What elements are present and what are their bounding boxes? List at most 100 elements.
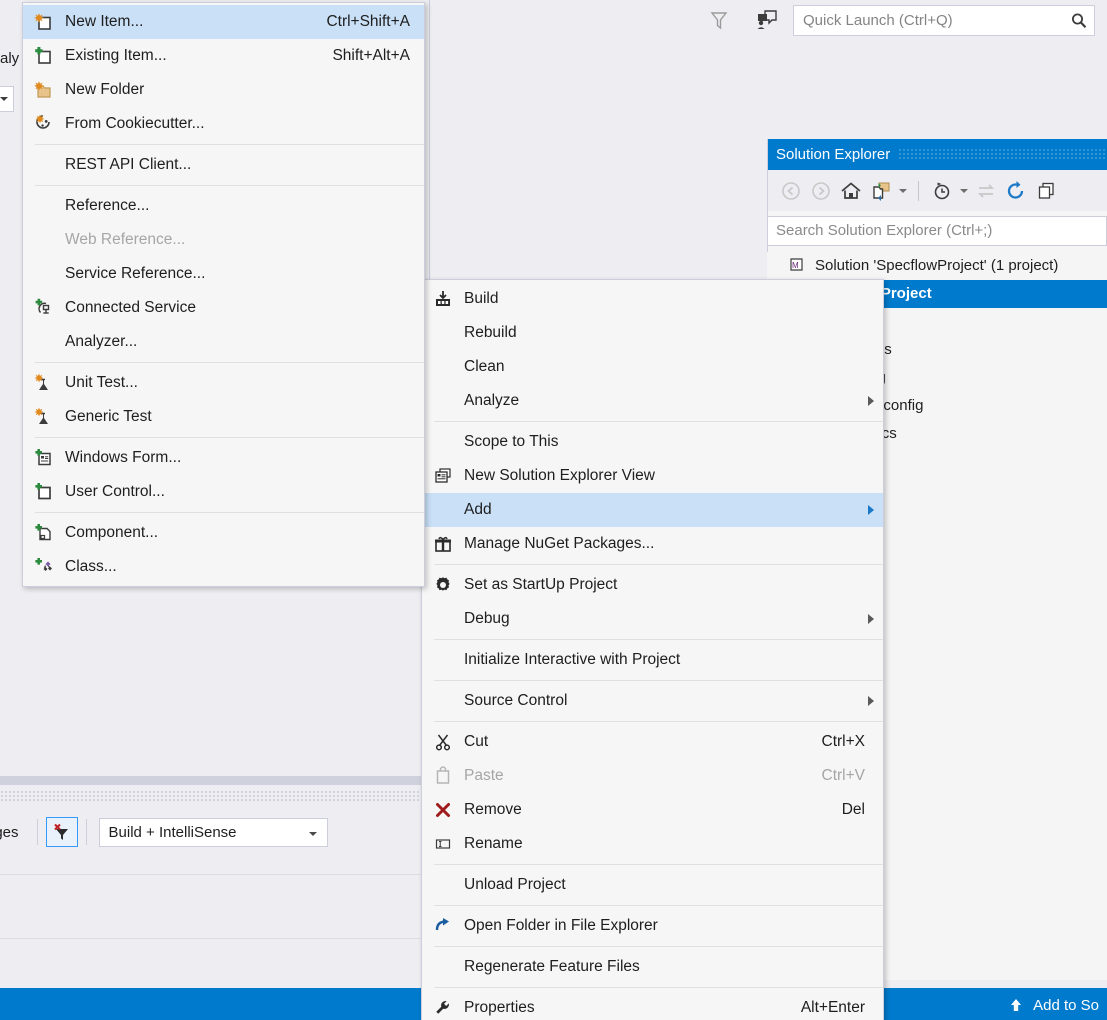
menu-separator	[35, 362, 424, 363]
menu-item-label: User Control...	[65, 483, 165, 500]
truncated-left-text: aly	[0, 50, 20, 67]
solution-explorer-title-text: Solution Explorer	[776, 146, 891, 163]
swap-arrows-icon[interactable]	[971, 176, 1001, 206]
menu-item-analyze[interactable]: Analyze	[422, 384, 883, 418]
menu-item-cut[interactable]: Cut Ctrl+X	[422, 725, 883, 759]
no-icon	[23, 189, 65, 223]
no-icon	[422, 602, 464, 636]
menu-item-label: New Folder	[65, 81, 145, 98]
home-icon[interactable]	[836, 176, 866, 206]
build-filter-value: Build + IntelliSense	[108, 823, 237, 841]
menu-item-label: Unit Test...	[65, 374, 138, 391]
unit-test-icon	[23, 366, 65, 400]
new-folder-icon	[23, 73, 65, 107]
error-list-row-divider	[0, 938, 430, 939]
wrench-icon	[422, 991, 464, 1020]
menu-item-properties[interactable]: Properties Alt+Enter	[422, 991, 883, 1020]
menu-item-unload-project[interactable]: Unload Project	[422, 868, 883, 902]
menu-item-label: Properties	[464, 999, 535, 1016]
menu-item-rename[interactable]: Rename	[422, 827, 883, 861]
add-to-source-control-label: Add to So	[1033, 996, 1099, 1014]
back-arrow-icon[interactable]	[776, 176, 806, 206]
menu-item-label: Class...	[65, 558, 117, 575]
left-combo-box[interactable]	[0, 86, 14, 112]
new-solution-explorer-view-icon	[422, 459, 464, 493]
no-icon	[422, 950, 464, 984]
copy-windows-icon[interactable]	[1031, 176, 1061, 206]
menu-item-clean[interactable]: Clean	[422, 350, 883, 384]
menu-item-source-control[interactable]: Source Control	[422, 684, 883, 718]
no-icon	[422, 493, 464, 527]
clock-filter-dropdown-icon[interactable]	[957, 176, 971, 206]
build-filter-combo[interactable]: Build + IntelliSense	[98, 817, 328, 847]
menu-item-scope-to-this[interactable]: Scope to This	[422, 425, 883, 459]
search-icon[interactable]	[1064, 12, 1094, 30]
filter-icon[interactable]	[705, 6, 733, 34]
sync-folder-icon[interactable]	[866, 176, 896, 206]
menu-item-manage-nuget-packages[interactable]: Manage NuGet Packages...	[422, 527, 883, 561]
no-icon	[23, 325, 65, 359]
forward-arrow-icon[interactable]	[806, 176, 836, 206]
menu-item-build[interactable]: Build	[422, 282, 883, 316]
menu-item-open-folder-in-file-explorer[interactable]: Open Folder in File Explorer	[422, 909, 883, 943]
menu-item-analyzer[interactable]: Analyzer...	[23, 325, 424, 359]
pane-splitter[interactable]	[0, 776, 430, 785]
menu-item-reference[interactable]: Reference...	[23, 189, 424, 223]
search-solution-explorer-input[interactable]: Search Solution Explorer (Ctrl+;)	[767, 216, 1107, 246]
menu-item-set-as-startup-project[interactable]: Set as StartUp Project	[422, 568, 883, 602]
menu-item-initialize-interactive-with-project[interactable]: Initialize Interactive with Project	[422, 643, 883, 677]
menu-item-new-item[interactable]: New Item... Ctrl+Shift+A	[23, 5, 424, 39]
menu-item-label: Build	[464, 290, 499, 307]
new-item-icon	[23, 5, 65, 39]
chevron-down-icon	[308, 831, 317, 836]
menu-item-connected-service[interactable]: Connected Service	[23, 291, 424, 325]
menu-item-regenerate-feature-files[interactable]: Regenerate Feature Files	[422, 950, 883, 984]
menu-item-existing-item[interactable]: Existing Item... Shift+Alt+A	[23, 39, 424, 73]
menu-separator	[434, 864, 883, 865]
menu-item-generic-test[interactable]: Generic Test	[23, 400, 424, 434]
menu-item-windows-form[interactable]: Windows Form...	[23, 441, 424, 475]
menu-item-class[interactable]: Class...	[23, 550, 424, 584]
menu-item-label: Regenerate Feature Files	[464, 958, 640, 975]
clear-all-filters-button[interactable]	[45, 817, 78, 847]
solution-explorer-toolbar	[768, 170, 1107, 211]
menu-item-new-folder[interactable]: New Folder	[23, 73, 424, 107]
tree-row[interactable]: M Solution 'SpecflowProject' (1 project)	[767, 252, 1107, 280]
menu-item-unit-test[interactable]: Unit Test...	[23, 366, 424, 400]
menu-item-label: Component...	[65, 524, 159, 541]
menu-separator	[434, 721, 883, 722]
menu-item-shortcut: Shift+Alt+A	[332, 47, 410, 64]
menu-separator	[434, 946, 883, 947]
menu-item-rebuild[interactable]: Rebuild	[422, 316, 883, 350]
menu-item-remove[interactable]: Remove Del	[422, 793, 883, 827]
menu-item-from-cookiecutter[interactable]: From Cookiecutter...	[23, 107, 424, 141]
sync-folder-dropdown-icon[interactable]	[896, 176, 910, 206]
quick-launch-input[interactable]: Quick Launch (Ctrl+Q)	[793, 5, 1095, 36]
menu-item-user-control[interactable]: User Control...	[23, 475, 424, 509]
menu-item-label: Set as StartUp Project	[464, 576, 618, 593]
menu-item-shortcut: Ctrl+Shift+A	[326, 13, 410, 30]
add-to-source-control-button[interactable]: Add to So	[1008, 993, 1099, 1017]
no-icon	[422, 643, 464, 677]
menu-item-rest-api-client[interactable]: REST API Client...	[23, 148, 424, 182]
menu-item-label: Remove	[464, 801, 522, 818]
submenu-arrow-icon	[859, 505, 883, 515]
menu-item-label: REST API Client...	[65, 156, 192, 173]
existing-item-icon	[23, 39, 65, 73]
feedback-icon[interactable]	[753, 6, 781, 34]
menu-item-label: Web Reference...	[65, 231, 186, 248]
menu-item-label: Windows Form...	[65, 449, 182, 466]
clock-filter-icon[interactable]	[927, 176, 957, 206]
menu-item-label: Debug	[464, 610, 510, 627]
menu-item-debug[interactable]: Debug	[422, 602, 883, 636]
menu-item-component[interactable]: Component...	[23, 516, 424, 550]
error-list-column-divider	[0, 874, 430, 875]
user-control-icon	[23, 475, 65, 509]
menu-item-add[interactable]: Add	[422, 493, 883, 527]
no-icon	[422, 425, 464, 459]
panel-drag-grip[interactable]	[898, 148, 1107, 161]
refresh-icon[interactable]	[1001, 176, 1031, 206]
menu-item-new-solution-explorer-view[interactable]: New Solution Explorer View	[422, 459, 883, 493]
menu-item-service-reference[interactable]: Service Reference...	[23, 257, 424, 291]
error-list-drag-grip[interactable]	[0, 790, 430, 802]
